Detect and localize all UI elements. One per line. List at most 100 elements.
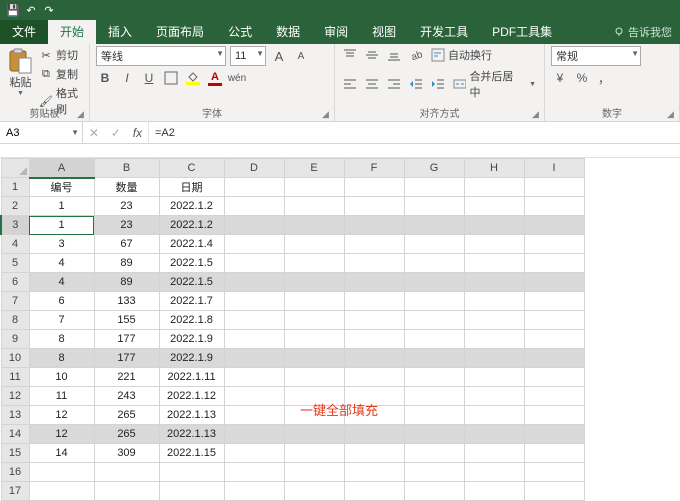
cell[interactable]	[284, 235, 344, 254]
cell[interactable]	[224, 406, 284, 425]
cell[interactable]: 3	[29, 235, 94, 254]
cell[interactable]	[344, 425, 404, 444]
cell[interactable]	[464, 216, 524, 235]
save-icon[interactable]: 💾	[6, 3, 20, 17]
cell[interactable]: 1	[29, 216, 94, 235]
cell[interactable]: 23	[94, 197, 159, 216]
cell[interactable]	[159, 482, 224, 501]
cell[interactable]	[29, 463, 94, 482]
row-header[interactable]: 16	[1, 463, 29, 482]
cell[interactable]	[224, 349, 284, 368]
cell[interactable]	[224, 273, 284, 292]
redo-icon[interactable]: ↷	[42, 3, 56, 17]
cell[interactable]	[464, 311, 524, 330]
cell[interactable]	[284, 254, 344, 273]
cell[interactable]	[344, 273, 404, 292]
cell[interactable]	[404, 406, 464, 425]
row-header[interactable]: 4	[1, 235, 29, 254]
cell[interactable]	[344, 292, 404, 311]
tab-view[interactable]: 视图	[360, 20, 408, 44]
cell[interactable]	[224, 463, 284, 482]
increase-indent-button[interactable]	[429, 75, 447, 93]
cell[interactable]: 243	[94, 387, 159, 406]
formula-input[interactable]: =A2	[149, 127, 680, 139]
tab-page-layout[interactable]: 页面布局	[144, 20, 216, 44]
font-size-combo[interactable]: 11▼	[230, 46, 266, 66]
cell[interactable]	[344, 178, 404, 197]
cell[interactable]: 2022.1.4	[159, 235, 224, 254]
cell[interactable]	[224, 254, 284, 273]
cell[interactable]	[344, 235, 404, 254]
cell[interactable]: 23	[94, 216, 159, 235]
align-bottom-button[interactable]	[385, 46, 403, 64]
cell[interactable]	[344, 197, 404, 216]
cell[interactable]	[524, 349, 584, 368]
borders-button[interactable]	[162, 69, 180, 87]
tab-developer[interactable]: 开发工具	[408, 20, 480, 44]
cell[interactable]: 编号	[29, 178, 94, 197]
cell[interactable]	[284, 197, 344, 216]
cell[interactable]	[284, 216, 344, 235]
cell[interactable]: 2022.1.11	[159, 368, 224, 387]
cell[interactable]	[524, 197, 584, 216]
cell[interactable]: 4	[29, 254, 94, 273]
cell[interactable]	[404, 292, 464, 311]
fill-color-button[interactable]	[184, 69, 202, 87]
merge-center-button[interactable]: 合并后居中▼	[451, 67, 538, 101]
align-right-button[interactable]	[385, 75, 403, 93]
cell[interactable]: 2022.1.2	[159, 197, 224, 216]
row-header[interactable]: 5	[1, 254, 29, 273]
tab-file[interactable]: 文件	[0, 20, 48, 44]
row-header[interactable]: 7	[1, 292, 29, 311]
align-middle-button[interactable]	[363, 46, 381, 64]
select-all-corner[interactable]	[1, 159, 29, 178]
column-header[interactable]: C	[159, 159, 224, 178]
cell[interactable]	[404, 254, 464, 273]
name-box[interactable]: A3▼	[0, 122, 83, 144]
bold-button[interactable]: B	[96, 69, 114, 87]
cell[interactable]	[224, 292, 284, 311]
cell[interactable]	[524, 178, 584, 197]
cell[interactable]: 12	[29, 406, 94, 425]
align-center-button[interactable]	[363, 75, 381, 93]
row-header[interactable]: 11	[1, 368, 29, 387]
cell[interactable]: 2022.1.9	[159, 349, 224, 368]
cell[interactable]	[404, 178, 464, 197]
cell[interactable]	[284, 444, 344, 463]
column-header[interactable]: G	[404, 159, 464, 178]
cell[interactable]	[284, 368, 344, 387]
cell[interactable]	[224, 425, 284, 444]
cell[interactable]	[284, 425, 344, 444]
number-format-combo[interactable]: 常规▼	[551, 46, 641, 66]
cell[interactable]	[464, 292, 524, 311]
cell[interactable]	[224, 197, 284, 216]
cell[interactable]: 2022.1.5	[159, 254, 224, 273]
cell[interactable]	[524, 311, 584, 330]
cell[interactable]	[344, 482, 404, 501]
cell[interactable]: 2022.1.5	[159, 273, 224, 292]
cell[interactable]: 6	[29, 292, 94, 311]
row-header[interactable]: 3	[1, 216, 29, 235]
cell[interactable]: 221	[94, 368, 159, 387]
row-header[interactable]: 13	[1, 406, 29, 425]
row-header[interactable]: 15	[1, 444, 29, 463]
align-launcher[interactable]: ◢	[532, 109, 542, 119]
decrease-indent-button[interactable]	[407, 75, 425, 93]
column-header[interactable]: E	[284, 159, 344, 178]
row-header[interactable]: 17	[1, 482, 29, 501]
cell[interactable]	[344, 311, 404, 330]
row-header[interactable]: 14	[1, 425, 29, 444]
cell[interactable]	[404, 330, 464, 349]
cell[interactable]	[284, 349, 344, 368]
cell[interactable]: 177	[94, 349, 159, 368]
cell[interactable]	[344, 254, 404, 273]
cell[interactable]	[224, 311, 284, 330]
cell[interactable]	[344, 444, 404, 463]
cell[interactable]	[524, 273, 584, 292]
cell[interactable]: 2022.1.13	[159, 406, 224, 425]
cancel-formula-button[interactable]: ✕	[89, 126, 99, 140]
cell[interactable]	[464, 349, 524, 368]
cell[interactable]	[464, 178, 524, 197]
cell[interactable]	[524, 254, 584, 273]
cell[interactable]: 1	[29, 197, 94, 216]
